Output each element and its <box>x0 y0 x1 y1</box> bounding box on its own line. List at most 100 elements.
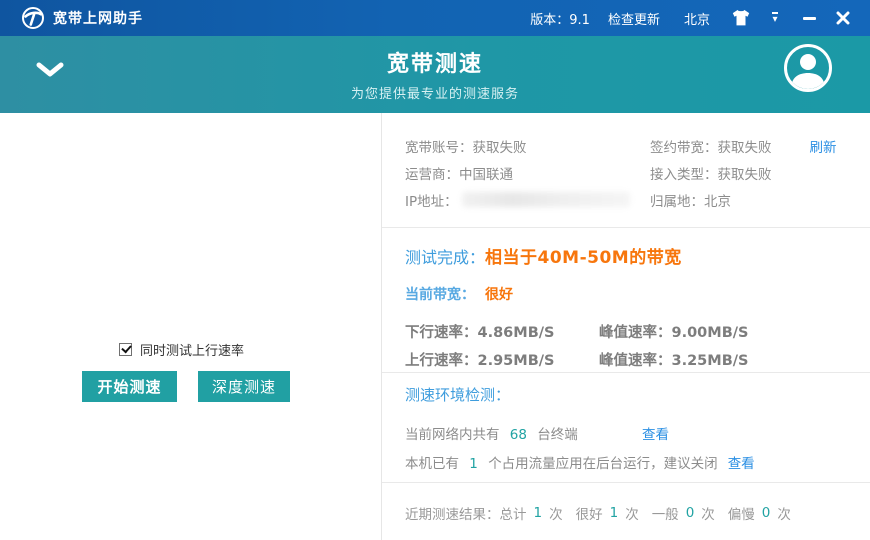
info-row-isp: 运营商： 中国联通 接入类型： 获取失败 <box>405 159 850 186</box>
isp-cell: 运营商： 中国联通 <box>405 163 650 183</box>
close-icon <box>836 11 850 25</box>
download-speed-label: 下行速率： <box>405 325 478 341</box>
skin-button[interactable] <box>728 6 754 30</box>
access-type-value: 获取失败 <box>718 163 772 183</box>
check-update-link[interactable]: 检查更新 <box>608 9 660 28</box>
recent-good-count: 1 <box>610 505 619 521</box>
download-peak-label: 峰值速率： <box>599 325 672 341</box>
start-test-button[interactable]: 开始测速 <box>82 371 177 402</box>
recent-results-section: 近期测速结果：总计 1 次 很好 1 次 一般 0 次 偏慢 0 次 <box>382 483 870 523</box>
user-avatar[interactable] <box>784 44 832 92</box>
version-label: 版本：9.1 <box>530 9 590 28</box>
titlebar-right: 版本：9.1 检查更新 北京 ▾ <box>530 6 870 30</box>
info-row-account: 宽带账号： 获取失败 签约带宽： 获取失败 刷新 <box>405 132 850 159</box>
current-bandwidth-label: 当前带宽： <box>405 284 475 304</box>
app-title: 宽带上网助手 <box>53 8 143 28</box>
account-info-section: 宽带账号： 获取失败 签约带宽： 获取失败 刷新 运营商： 中国联通 <box>382 113 870 228</box>
upload-speed-value: 2.95MB/S <box>478 353 555 369</box>
upload-test-option[interactable]: 同时测试上行速率 <box>119 340 244 359</box>
account-cell: 宽带账号： 获取失败 <box>405 136 650 156</box>
recent-average-unit: 次 <box>701 503 715 523</box>
apps-prefix: 本机已有 <box>405 456 459 472</box>
upload-test-checkbox-label: 同时测试上行速率 <box>140 340 244 359</box>
dropdown-menu-button[interactable]: ▾ <box>762 6 788 30</box>
deep-test-button[interactable]: 深度测速 <box>198 371 290 402</box>
ip-label: IP地址： <box>405 190 458 210</box>
caret-down-icon: ▾ <box>772 12 777 25</box>
test-launch-panel: 同时测试上行速率 开始测速 深度测速 <box>0 113 381 540</box>
header-center: 宽带测速 为您提供最专业的测速服务 <box>0 46 870 102</box>
terminals-prefix: 当前网络内共有 <box>405 427 500 443</box>
upload-peak-cell: 峰值速率：3.25MB/S <box>599 349 749 370</box>
recent-average-count: 0 <box>686 505 695 521</box>
ip-cell: IP地址： <box>405 190 650 210</box>
test-complete-value: 相当于40M-50M的带宽 <box>485 243 682 268</box>
test-complete-label: 测试完成： <box>405 244 485 268</box>
download-peak-cell: 峰值速率：9.00MB/S <box>599 321 749 342</box>
terminals-suffix: 台终端 <box>537 427 578 443</box>
current-bandwidth-line: 当前带宽： 很好 <box>405 284 850 304</box>
recent-total-count: 1 <box>534 505 543 521</box>
shirt-icon <box>731 9 751 27</box>
apps-text: 本机已有 1 个占用流量应用在后台运行，建议关闭 <box>405 452 718 472</box>
terminals-text: 当前网络内共有 68 台终端 <box>405 423 642 443</box>
apps-count: 1 <box>469 456 478 472</box>
contract-cell: 签约带宽： 获取失败 刷新 <box>650 136 837 156</box>
location-label: 归属地： <box>650 190 704 210</box>
apps-suffix: 个占用流量应用在后台运行，建议关闭 <box>488 456 718 472</box>
access-type-label: 接入类型： <box>650 163 718 183</box>
terminals-line: 当前网络内共有 68 台终端 查看 <box>405 418 850 447</box>
city-selector[interactable]: 北京 <box>684 9 710 28</box>
avatar-person-icon <box>787 49 829 89</box>
content-area: 同时测试上行速率 开始测速 深度测速 宽带账号： 获取失败 签约带宽： 获取失败 <box>0 113 870 540</box>
recent-good-unit: 次 <box>625 503 639 523</box>
test-complete-line: 测试完成： 相当于40M-50M的带宽 <box>405 243 850 268</box>
contract-bandwidth-label: 签约带宽： <box>650 136 718 156</box>
titlebar: 宽带上网助手 版本：9.1 检查更新 北京 ▾ <box>0 0 870 36</box>
isp-value: 中国联通 <box>459 163 513 183</box>
app-logo-icon <box>21 6 45 30</box>
page-subtitle: 为您提供最专业的测速服务 <box>0 83 870 102</box>
recent-label: 近期测速结果：总计 <box>405 503 527 523</box>
account-value: 获取失败 <box>473 136 527 156</box>
recent-good-label: 很好 <box>576 503 603 523</box>
location-cell: 归属地： 北京 <box>650 190 731 210</box>
info-row-ip: IP地址： 归属地： 北京 <box>405 186 850 213</box>
upload-peak-label: 峰值速率： <box>599 353 672 369</box>
minimize-button[interactable] <box>796 6 822 30</box>
close-button[interactable] <box>830 6 856 30</box>
refresh-link[interactable]: 刷新 <box>810 136 837 156</box>
test-buttons-row: 开始测速 深度测速 <box>82 371 290 402</box>
recent-slow-unit: 次 <box>777 503 791 523</box>
access-type-cell: 接入类型： 获取失败 <box>650 163 772 183</box>
upload-test-checkbox[interactable] <box>119 343 132 356</box>
download-speed-value: 4.86MB/S <box>478 325 555 341</box>
app-window: 宽带上网助手 版本：9.1 检查更新 北京 ▾ <box>0 0 870 540</box>
recent-results-line: 近期测速结果：总计 1 次 很好 1 次 一般 0 次 偏慢 0 次 <box>405 503 850 523</box>
results-panel: 宽带账号： 获取失败 签约带宽： 获取失败 刷新 运营商： 中国联通 <box>382 113 870 540</box>
page-title: 宽带测速 <box>0 46 870 78</box>
download-speed-line: 下行速率：4.86MB/S 峰值速率：9.00MB/S <box>405 317 850 345</box>
logo-wrap: 宽带上网助手 <box>21 6 143 30</box>
current-bandwidth-value: 很好 <box>485 284 513 304</box>
recent-average-label: 一般 <box>652 503 679 523</box>
apps-view-link[interactable]: 查看 <box>728 452 755 472</box>
page-header: 宽带测速 为您提供最专业的测速服务 <box>0 36 870 113</box>
terminals-view-link[interactable]: 查看 <box>642 423 669 443</box>
recent-slow-label: 偏慢 <box>728 503 755 523</box>
upload-speed-cell: 上行速率：2.95MB/S <box>405 349 599 370</box>
terminals-count: 68 <box>510 427 527 443</box>
account-label: 宽带账号： <box>405 136 473 156</box>
recent-slow-count: 0 <box>762 505 771 521</box>
recent-total-unit: 次 <box>549 503 563 523</box>
contract-bandwidth-value: 获取失败 <box>718 136 772 156</box>
isp-label: 运营商： <box>405 163 459 183</box>
location-value: 北京 <box>704 190 731 210</box>
upload-peak-value: 3.25MB/S <box>672 353 749 369</box>
upload-speed-line: 上行速率：2.95MB/S 峰值速率：3.25MB/S <box>405 345 850 373</box>
environment-section: 测速环境检测： 当前网络内共有 68 台终端 查看 本机已有 1 个占用流量应用… <box>382 373 870 483</box>
download-speed-cell: 下行速率：4.86MB/S <box>405 321 599 342</box>
ip-value-redacted <box>462 192 630 207</box>
environment-title: 测速环境检测： <box>405 384 850 405</box>
background-apps-line: 本机已有 1 个占用流量应用在后台运行，建议关闭 查看 <box>405 447 850 476</box>
